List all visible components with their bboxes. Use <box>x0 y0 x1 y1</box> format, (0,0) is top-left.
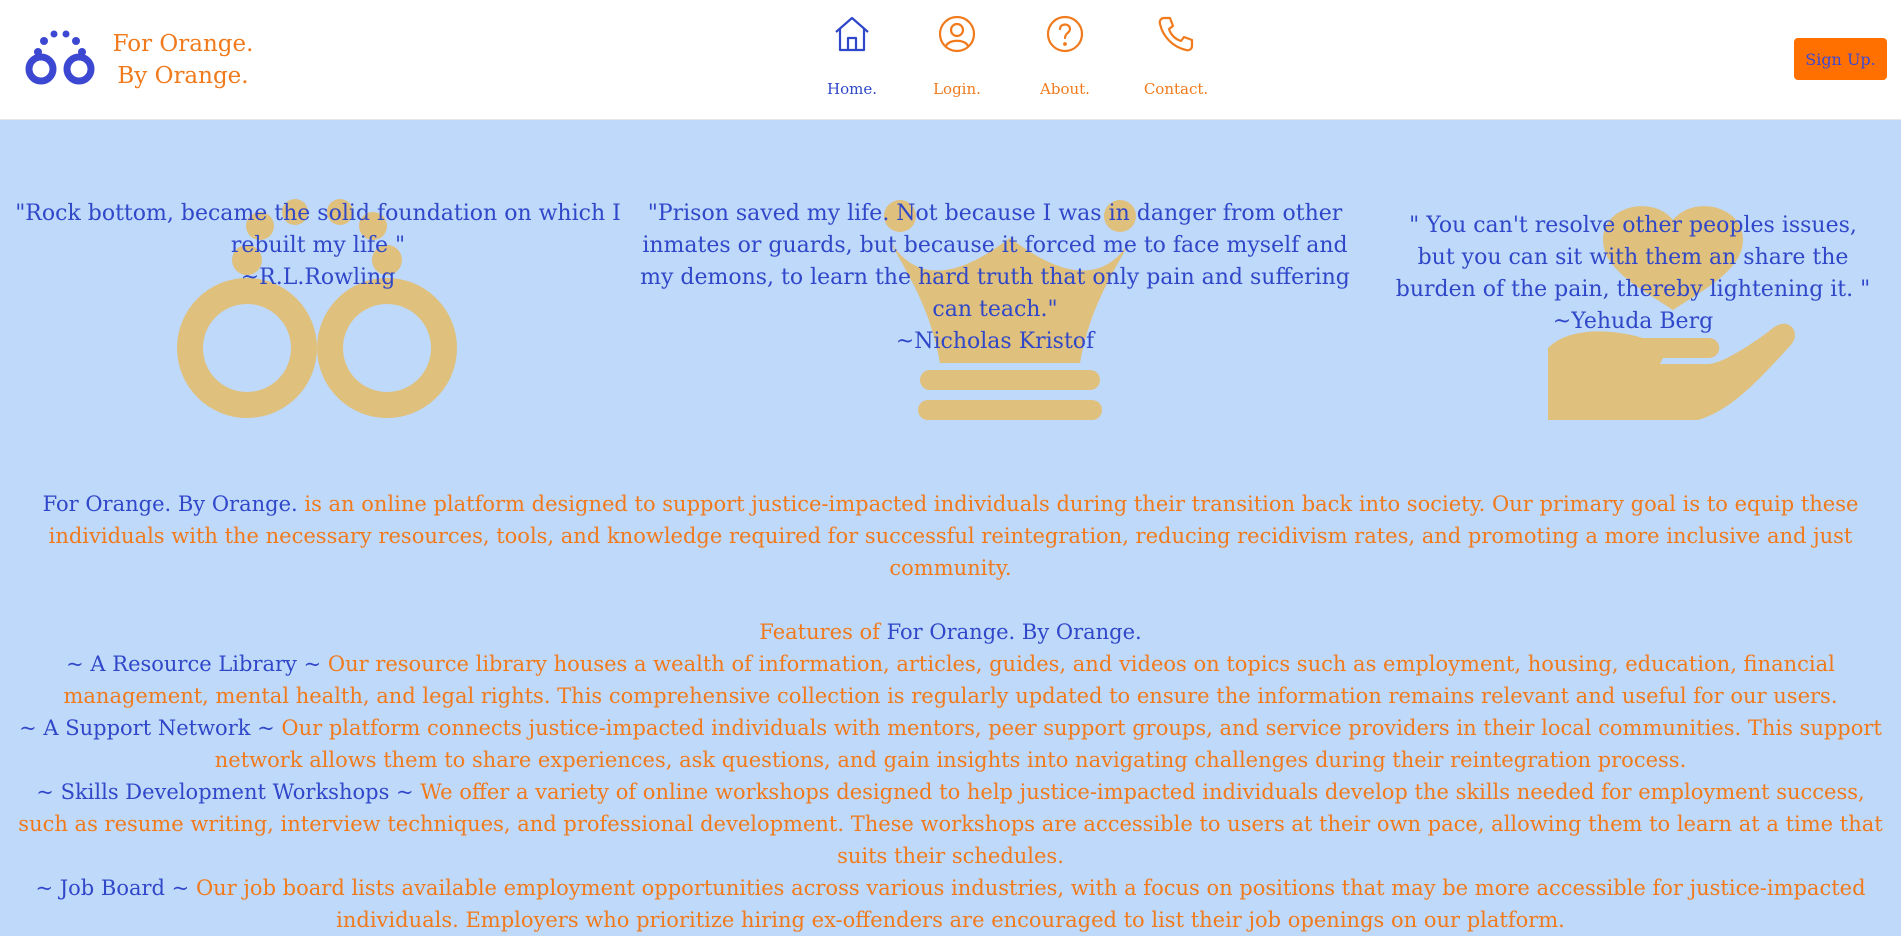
feature-title: ~ A Resource Library ~ <box>66 652 328 676</box>
feature-text: Our platform connects justice-impacted i… <box>214 716 1882 772</box>
nav-login[interactable]: Login. <box>902 14 1012 104</box>
intro-paragraph: For Orange. By Orange. is an online plat… <box>11 488 1891 584</box>
quote-1-author: ~R.L.Rowling <box>240 265 396 290</box>
nav-about-label: About. <box>1040 80 1090 98</box>
brand-line-1: For Orange. <box>112 31 254 57</box>
user-circle-icon <box>938 15 976 53</box>
phone-icon <box>1158 16 1194 52</box>
features-heading: Features of For Orange. By Orange. <box>0 616 1901 648</box>
feature-title: ~ A Support Network ~ <box>19 716 282 740</box>
feature-title: ~ Skills Development Workshops ~ <box>36 780 421 804</box>
feature-text: Our job board lists available employment… <box>195 876 1866 932</box>
nav-contact-label: Contact. <box>1143 80 1209 98</box>
help-circle-icon <box>1046 15 1084 53</box>
site-header: For Orange. By Orange. Home. Login. Abou… <box>0 0 1901 120</box>
nav-login-label: Login. <box>933 80 981 98</box>
feature-item: ~ A Resource Library ~ Our resource libr… <box>11 648 1891 712</box>
features-heading-prefix: Features of <box>759 620 887 644</box>
nav-about[interactable]: About. <box>1010 14 1120 104</box>
quote-3-text: " You can't resolve other peoples issues… <box>1395 213 1871 302</box>
quote-1-text: "Rock bottom, became the solid foundatio… <box>15 201 621 258</box>
quote-3: " You can't resolve other peoples issues… <box>1388 210 1878 338</box>
quote-2-author: ~Nicholas Kristof <box>895 329 1095 354</box>
feature-item: ~ A Support Network ~ Our platform conne… <box>11 712 1891 776</box>
about-section: For Orange. By Orange. is an online plat… <box>0 488 1901 936</box>
brand-line-2: By Orange. <box>117 63 249 89</box>
quote-1: "Rock bottom, became the solid foundatio… <box>0 198 636 294</box>
intro-brand: For Orange. By Orange. <box>42 492 298 516</box>
quote-2-text: "Prison saved my life. Not because I was… <box>640 201 1350 322</box>
quote-3-author: ~Yehuda Berg <box>1552 309 1714 334</box>
handcuffs-logo-icon[interactable] <box>24 28 98 88</box>
brand-name: For Orange. By Orange. <box>108 28 258 92</box>
feature-item: ~ Job Board ~ Our job board lists availa… <box>11 872 1891 936</box>
quotes-section: "Rock bottom, became the solid foundatio… <box>0 120 1901 440</box>
quote-2: "Prison saved my life. Not because I was… <box>630 198 1360 358</box>
features-heading-brand: For Orange. By Orange. <box>886 620 1142 644</box>
home-icon <box>835 16 869 52</box>
nav-home-label: Home. <box>827 80 877 98</box>
feature-title: ~ Job Board ~ <box>35 876 196 900</box>
nav-contact[interactable]: Contact. <box>1121 14 1231 104</box>
feature-item: ~ Skills Development Workshops ~ We offe… <box>11 776 1891 872</box>
feature-text: Our resource library houses a wealth of … <box>63 652 1838 708</box>
signup-button[interactable]: Sign Up. <box>1794 38 1887 80</box>
nav-home[interactable]: Home. <box>797 14 907 104</box>
intro-text: is an online platform designed to suppor… <box>48 492 1859 580</box>
